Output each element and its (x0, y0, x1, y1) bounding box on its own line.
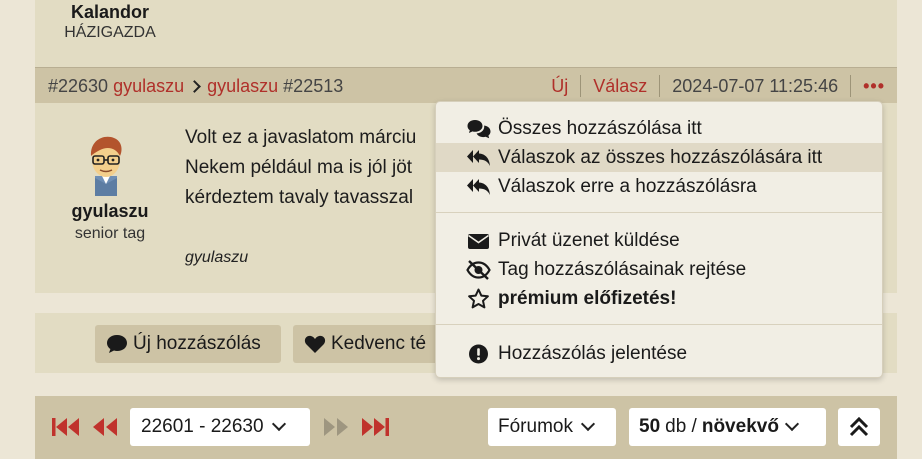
per-page-value: 50 (639, 416, 661, 437)
double-chevron-up-icon (849, 416, 869, 437)
heart-icon (304, 335, 326, 353)
comment-icon (107, 335, 127, 353)
divider (580, 75, 582, 97)
new-post-button[interactable]: Új hozzászólás (95, 325, 281, 363)
divider (659, 75, 661, 97)
menu-item-label: Tag hozzászólásainak rejtése (498, 258, 747, 280)
reply-link[interactable]: Válasz (593, 76, 647, 97)
menu-item-label: Válaszok az összes hozzászólására itt (498, 146, 823, 168)
avatar[interactable] (82, 132, 130, 196)
per-page-unit: db / (665, 416, 697, 437)
previous-author-name[interactable]: Kalandor (35, 2, 185, 23)
menu-divider (436, 212, 882, 213)
post-timestamp: 2024-07-07 11:25:46 (672, 75, 839, 96)
forums-select[interactable]: Fórumok (488, 408, 616, 446)
favorite-topic-label: Kedvenc té (331, 333, 427, 354)
page-size-sort-select[interactable]: 50 db / növekvő (629, 408, 826, 446)
previous-page-icon[interactable] (91, 416, 119, 438)
post-text-line: Nekem például ma is jól jöt (185, 157, 413, 178)
menu-item-hide-user-posts[interactable]: Tag hozzászólásainak rejtése (436, 255, 882, 284)
first-page-icon[interactable] (51, 416, 81, 438)
reply-to-post-id[interactable]: #22513 (283, 76, 343, 97)
post-text-line: Volt ez a javaslatom márciu (185, 127, 417, 148)
page-range-value: 22601 - 22630 (141, 416, 264, 437)
envelope-icon (468, 233, 489, 249)
menu-item-label: Hozzászólás jelentése (498, 342, 688, 364)
avatar-image (90, 136, 122, 196)
menu-item-report-post[interactable]: Hozzászólás jelentése (436, 339, 882, 368)
post-text-line: kérdeztem tavaly tavasszal (185, 187, 414, 208)
favorite-topic-button[interactable]: Kedvenc té (293, 325, 443, 363)
more-options-button[interactable]: ••• (863, 76, 885, 97)
previous-author-rank: HÁZIGAZDA (64, 24, 156, 41)
post-options-menu: Összes hozzászólása itt Válaszok az össz… (435, 101, 883, 378)
chevron-down-icon (271, 416, 286, 432)
last-page-icon[interactable] (360, 416, 390, 438)
page-range-select[interactable]: 22601 - 22630 (130, 408, 310, 446)
menu-item-private-message[interactable]: Privát üzenet küldése (436, 226, 882, 255)
post-author-rank: senior tag (74, 225, 146, 242)
chevron-down-icon (580, 416, 596, 432)
menu-item-label: prémium előfizetés! (498, 287, 677, 309)
chevron-down-icon (784, 416, 800, 432)
comments-icon (467, 119, 491, 138)
menu-item-replies-to-this[interactable]: Válaszok erre a hozzászólásra (436, 172, 882, 201)
star-icon (468, 288, 489, 308)
next-page-icon (324, 418, 348, 436)
post-author-link[interactable]: gyulaszu (113, 76, 184, 97)
menu-item-label: Válaszok erre a hozzászólásra (498, 175, 757, 197)
reply-icon (467, 178, 490, 195)
menu-item-premium[interactable]: prémium előfizetés! (436, 284, 882, 313)
menu-item-replies-to-all[interactable]: Válaszok az összes hozzászólására itt (436, 143, 882, 172)
post-signature: gyulaszu (185, 249, 249, 266)
menu-item-all-posts[interactable]: Összes hozzászólása itt (436, 114, 882, 143)
menu-item-label: Privát üzenet küldése (498, 229, 680, 251)
forums-label: Fórumok (498, 416, 573, 437)
exclamation-icon (469, 344, 488, 363)
reply-to-chevron-icon (188, 79, 201, 93)
divider (850, 75, 852, 97)
menu-item-label: Összes hozzászólása itt (498, 117, 702, 139)
reply-all-icon (467, 149, 490, 166)
post-author-name[interactable]: gyulaszu (35, 201, 185, 222)
reply-to-author-link[interactable]: gyulaszu (207, 76, 278, 97)
new-post-label: Új hozzászólás (133, 333, 261, 354)
post-header: #22630 gyulaszu gyulaszu #22513 Új Válas… (35, 67, 897, 103)
menu-divider (436, 324, 882, 325)
new-link[interactable]: Új (551, 76, 568, 97)
post-id[interactable]: #22630 (48, 76, 108, 97)
scroll-to-top-button[interactable] (838, 408, 880, 446)
eye-slash-icon (466, 259, 491, 280)
sort-order-value: növekvő (701, 416, 779, 437)
